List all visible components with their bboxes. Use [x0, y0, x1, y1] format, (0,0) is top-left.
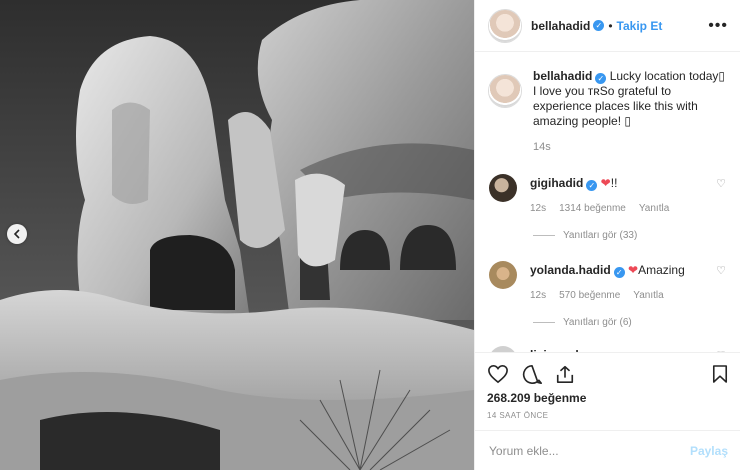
comment-item: gigihadid ✓ ❤!! 12s 1314 beğenme Yanıtla … — [489, 174, 726, 241]
comment-input[interactable] — [489, 443, 690, 458]
verified-badge-icon: ✓ — [613, 267, 625, 278]
comment-text: Amazing — [638, 263, 685, 277]
caption-time[interactable]: 14s — [533, 140, 725, 155]
heart-outline-icon[interactable] — [487, 364, 509, 384]
red-heart-emoji: ❤ — [628, 263, 639, 277]
view-replies-label: Yanıtları gör (33) — [563, 230, 638, 241]
reply-button[interactable]: Yanıtla — [639, 201, 669, 216]
caption-line-4: amazing people! ▯ — [533, 114, 631, 128]
share-icon[interactable] — [555, 364, 575, 384]
verified-badge-icon: ✓ — [595, 73, 607, 84]
separator-dot: • — [608, 18, 613, 33]
comment-likes[interactable]: 1314 beğenme — [559, 201, 626, 216]
caption-line-1: Lucky location today▯ — [609, 69, 726, 83]
caption-avatar[interactable] — [489, 75, 521, 107]
comment-time[interactable]: 12s — [530, 201, 546, 216]
comment-like-heart-icon[interactable]: ♡ — [716, 177, 726, 190]
comment-text: !! — [610, 176, 618, 190]
red-heart-emoji: ❤ — [600, 176, 611, 190]
author-avatar[interactable] — [489, 9, 521, 42]
caption-line-3: experience places like this with — [533, 99, 698, 113]
commenter-avatar[interactable] — [489, 174, 517, 202]
comment-icon[interactable] — [521, 364, 543, 385]
post-header: bellahadid ✓ • Takip Et ••• — [475, 0, 740, 52]
likes-count[interactable]: 268.209 beğenme — [487, 391, 728, 405]
add-comment-bar: Paylaş — [475, 430, 740, 470]
view-replies-button[interactable]: Yanıtları gör (33) — [533, 230, 726, 241]
replies-line — [533, 322, 555, 323]
comment-username[interactable]: gigihadid — [530, 176, 583, 190]
carousel-prev-button[interactable] — [7, 224, 27, 244]
comment-likes[interactable]: 570 beğenme — [559, 288, 620, 303]
post-modal: bellahadid ✓ • Takip Et ••• bellahadid ✓ … — [0, 0, 740, 470]
post-actions: 268.209 beğenme 14 SAAT ÖNCE — [475, 352, 740, 420]
replies-line — [533, 235, 555, 236]
commenter-avatar[interactable] — [489, 261, 517, 289]
caption-line-2: I love you ᴛʀSo grateful to — [533, 84, 672, 98]
more-options-icon[interactable]: ••• — [708, 17, 728, 35]
verified-badge-icon: ✓ — [586, 180, 598, 191]
bookmark-icon[interactable] — [712, 364, 728, 384]
follow-button[interactable]: Takip Et — [617, 19, 663, 33]
comment-time[interactable]: 12s — [530, 288, 546, 303]
view-replies-label: Yanıtları gör (6) — [563, 317, 632, 328]
comment-item: yolanda.hadid ✓ ❤Amazing 12s 570 beğenme … — [489, 261, 726, 328]
post-comment-button[interactable]: Paylaş — [690, 444, 728, 458]
comment-username[interactable]: yolanda.hadid — [530, 263, 611, 277]
author-username[interactable]: bellahadid — [531, 19, 590, 33]
post-photo[interactable] — [0, 0, 474, 470]
post-time-ago[interactable]: 14 SAAT ÖNCE — [487, 411, 728, 420]
reply-button[interactable]: Yanıtla — [633, 288, 663, 303]
caption: bellahadid ✓ Lucky location today▯ I love… — [489, 69, 726, 155]
rock-formation-photo — [0, 0, 474, 470]
verified-badge-icon: ✓ — [593, 20, 605, 31]
chevron-left-icon — [13, 229, 20, 239]
comment-like-heart-icon[interactable]: ♡ — [716, 264, 726, 277]
comments-list[interactable]: bellahadid ✓ Lucky location today▯ I love… — [475, 53, 740, 352]
post-side-panel: bellahadid ✓ • Takip Et ••• bellahadid ✓ … — [474, 0, 740, 470]
caption-username[interactable]: bellahadid — [533, 69, 592, 83]
view-replies-button[interactable]: Yanıtları gör (6) — [533, 317, 726, 328]
